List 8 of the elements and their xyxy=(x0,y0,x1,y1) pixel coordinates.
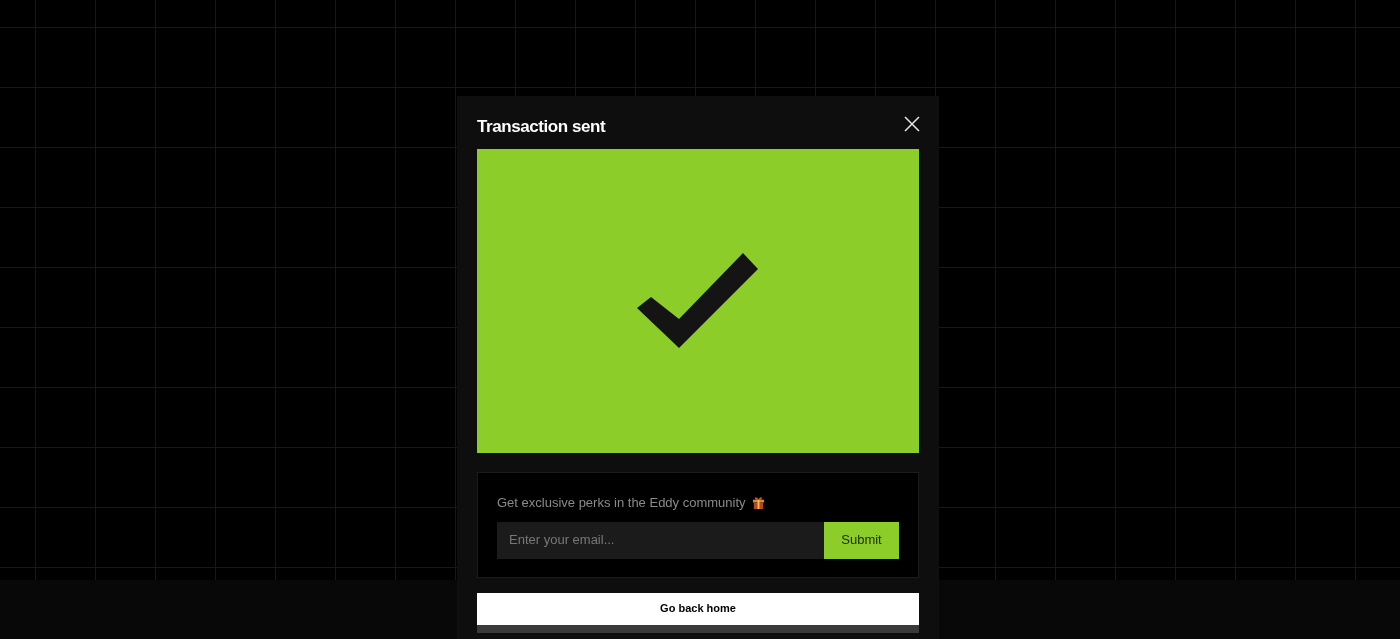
email-field[interactable]: Enter your email... xyxy=(497,521,824,559)
checkmark-icon xyxy=(637,253,759,349)
gift-icon xyxy=(751,496,765,510)
newsletter-prompt: Get exclusive perks in the Eddy community xyxy=(497,494,746,512)
submit-button[interactable]: Submit xyxy=(824,521,899,559)
home-button[interactable]: Go back home xyxy=(477,592,919,633)
close-icon[interactable] xyxy=(903,115,921,133)
dialog-title: Transaction sent xyxy=(477,116,606,139)
